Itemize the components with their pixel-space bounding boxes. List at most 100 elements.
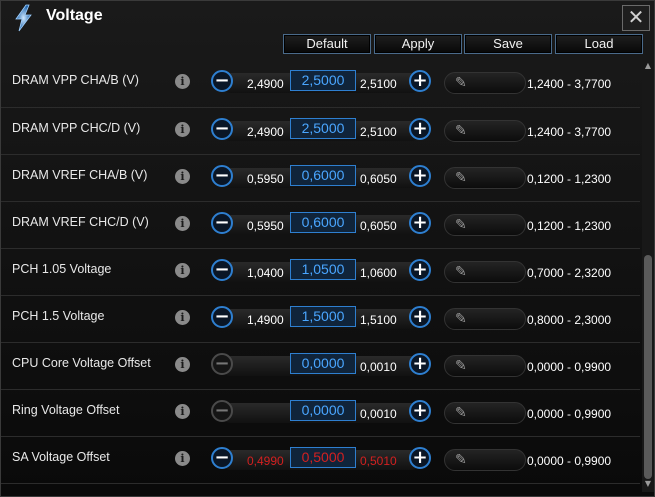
manual-input-field[interactable]: ✎ — [444, 167, 526, 189]
setting-label: DRAM VPP CHC/D (V) — [12, 121, 141, 135]
voltage-row: PCH 1.05 Voltage i −1,0400 1,0500 1,0600 + ✎ 0,… — [1, 249, 640, 296]
increase-button[interactable]: + — [409, 118, 431, 140]
info-icon[interactable]: i — [175, 357, 190, 372]
lower-step-value: 1,0400 — [247, 266, 284, 280]
increase-button[interactable]: + — [409, 212, 431, 234]
current-value-field[interactable]: 2,5000 — [290, 70, 356, 91]
voltage-row: DRAM VPP CHA/B (V) i −2,4900 2,5000 2,5100 + ✎… — [1, 60, 640, 108]
scroll-thumb[interactable] — [644, 255, 652, 479]
lower-step-value: 0,4990 — [247, 454, 284, 468]
setting-label: DRAM VPP CHA/B (V) — [12, 73, 139, 87]
decrease-button[interactable]: − — [211, 447, 233, 469]
setting-label: PCH 1.05 Voltage — [12, 262, 112, 276]
increase-button[interactable]: + — [409, 70, 431, 92]
voltage-row: DRAM VREF CHC/D (V) i −0,5950 0,6000 0,6050 +… — [1, 202, 640, 249]
voltage-row: PCH 1.5 Voltage i −1,4900 1,5000 1,5100 + ✎ 0,8… — [1, 296, 640, 343]
current-value-field[interactable]: 2,5000 — [290, 118, 356, 139]
lower-step-value: 2,4900 — [247, 77, 284, 91]
increase-button[interactable]: + — [409, 306, 431, 328]
upper-step-value: 0,6050 — [360, 172, 397, 186]
current-value-field[interactable]: 1,5000 — [290, 306, 356, 327]
apply-button[interactable]: Apply — [374, 34, 462, 54]
voltage-list: DRAM VPP CHA/B (V) i −2,4900 2,5000 2,5100 + ✎… — [1, 60, 640, 492]
pencil-icon: ✎ — [455, 123, 467, 139]
increase-button[interactable]: + — [409, 400, 431, 422]
increase-button[interactable]: + — [409, 165, 431, 187]
default-button[interactable]: Default — [283, 34, 371, 54]
titlebar: Voltage ✕ Default Apply Save Load — [1, 1, 654, 59]
info-icon[interactable]: i — [175, 216, 190, 231]
lower-step-value: 2,4900 — [247, 125, 284, 139]
load-button[interactable]: Load — [555, 34, 643, 54]
pencil-icon: ✎ — [455, 311, 467, 327]
manual-input-field[interactable]: ✎ — [444, 308, 526, 330]
setting-label: SA Voltage Offset — [12, 450, 110, 464]
manual-input-field[interactable]: ✎ — [444, 120, 526, 142]
lightning-icon — [15, 4, 32, 32]
pencil-icon: ✎ — [455, 75, 467, 91]
pencil-icon: ✎ — [455, 170, 467, 186]
decrease-button[interactable]: − — [211, 118, 233, 140]
lower-step-value: 1,4900 — [247, 313, 284, 327]
window-title: Voltage — [46, 7, 103, 24]
pencil-icon: ✎ — [455, 452, 467, 468]
upper-step-value: 2,5100 — [360, 125, 397, 139]
save-button[interactable]: Save — [464, 34, 552, 54]
info-icon[interactable]: i — [175, 451, 190, 466]
info-icon[interactable]: i — [175, 310, 190, 325]
value-range: 1,2400 - 3,7700 — [527, 77, 612, 91]
increase-button[interactable]: + — [409, 447, 431, 469]
value-range: 0,0000 - 0,9900 — [527, 454, 612, 468]
manual-input-field[interactable]: ✎ — [444, 72, 526, 94]
manual-input-field[interactable]: ✎ — [444, 449, 526, 471]
value-range: 0,0000 - 0,9900 — [527, 360, 612, 374]
pencil-icon: ✎ — [455, 358, 467, 374]
setting-label: DRAM VREF CHA/B (V) — [12, 168, 148, 182]
info-icon[interactable]: i — [175, 74, 190, 89]
increase-button[interactable]: + — [409, 353, 431, 375]
value-range: 0,1200 - 1,2300 — [527, 219, 612, 233]
setting-label: Ring Voltage Offset — [12, 403, 120, 417]
upper-step-value: 1,5100 — [360, 313, 397, 327]
scroll-up-icon[interactable]: ▲ — [643, 61, 653, 73]
upper-step-value: 0,0010 — [360, 407, 397, 421]
lower-step-value: 0,5950 — [247, 172, 284, 186]
setting-label: PCH 1.5 Voltage — [12, 309, 105, 323]
info-icon[interactable]: i — [175, 169, 190, 184]
info-icon[interactable]: i — [175, 263, 190, 278]
upper-step-value: 0,0010 — [360, 360, 397, 374]
upper-step-value: 0,6050 — [360, 219, 397, 233]
scroll-down-icon[interactable]: ▼ — [643, 479, 653, 491]
info-icon[interactable]: i — [175, 404, 190, 419]
decrease-button[interactable]: − — [211, 165, 233, 187]
close-button[interactable]: ✕ — [622, 5, 650, 31]
scrollbar[interactable]: ▲ ▼ — [642, 60, 654, 492]
manual-input-field[interactable]: ✎ — [444, 355, 526, 377]
decrease-button[interactable]: − — [211, 306, 233, 328]
value-range: 0,0000 - 0,9900 — [527, 407, 612, 421]
lower-step-value: 0,5950 — [247, 219, 284, 233]
current-value-field[interactable]: 0,6000 — [290, 212, 356, 233]
decrease-button[interactable]: − — [211, 212, 233, 234]
info-icon[interactable]: i — [175, 122, 190, 137]
decrease-button[interactable]: − — [211, 70, 233, 92]
current-value-field[interactable]: 0,5000 — [290, 447, 356, 468]
pencil-icon: ✎ — [455, 264, 467, 280]
voltage-row: DRAM VREF CHA/B (V) i −0,5950 0,6000 0,6050 +… — [1, 155, 640, 202]
value-range: 0,1200 - 1,2300 — [527, 172, 612, 186]
voltage-row: DRAM VPP CHC/D (V) i −2,4900 2,5000 2,5100 + ✎… — [1, 108, 640, 155]
current-value-field[interactable]: 0,0000 — [290, 400, 356, 421]
decrease-button[interactable]: − — [211, 259, 233, 281]
current-value-field[interactable]: 0,0000 — [290, 353, 356, 374]
current-value-field[interactable]: 0,6000 — [290, 165, 356, 186]
upper-step-value: 0,5010 — [360, 454, 397, 468]
value-range: 0,7000 - 2,3200 — [527, 266, 612, 280]
manual-input-field[interactable]: ✎ — [444, 261, 526, 283]
increase-button[interactable]: + — [409, 259, 431, 281]
manual-input-field[interactable]: ✎ — [444, 214, 526, 236]
manual-input-field[interactable]: ✎ — [444, 402, 526, 424]
decrease-button[interactable]: − — [211, 400, 233, 422]
current-value-field[interactable]: 1,0500 — [290, 259, 356, 280]
decrease-button[interactable]: − — [211, 353, 233, 375]
value-range: 0,8000 - 2,3000 — [527, 313, 612, 327]
